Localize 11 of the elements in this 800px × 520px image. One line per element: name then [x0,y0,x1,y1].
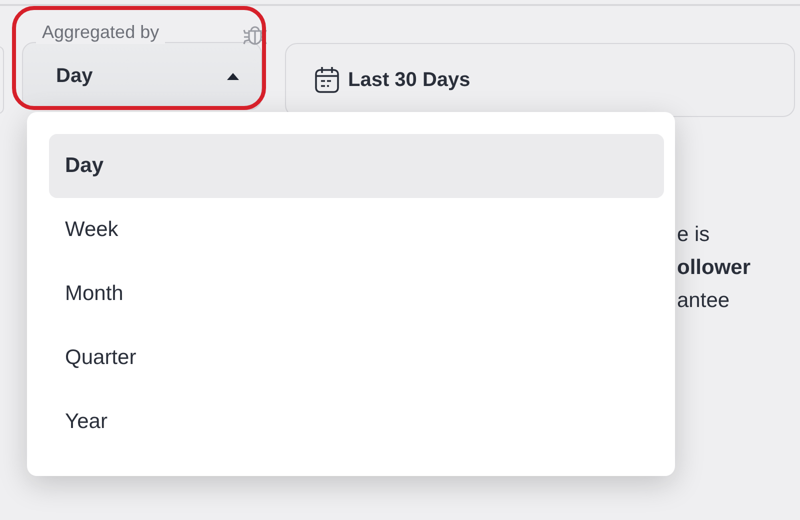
paragraph-line: e is [677,222,711,248]
paragraph-line: ollower [677,255,751,281]
calendar-icon [314,66,340,94]
dropdown-option[interactable]: Quarter [49,326,664,390]
dropdown-option[interactable]: Week [49,198,664,262]
dropdown-option[interactable]: Day [49,134,664,198]
aggregation-select[interactable]: Day [22,42,262,110]
date-range-button[interactable]: Last 30 Days [285,43,795,117]
dropdown-option[interactable]: Month [49,262,664,326]
paragraph-line: antee [677,288,731,314]
dropdown-option[interactable]: Year [49,390,664,454]
